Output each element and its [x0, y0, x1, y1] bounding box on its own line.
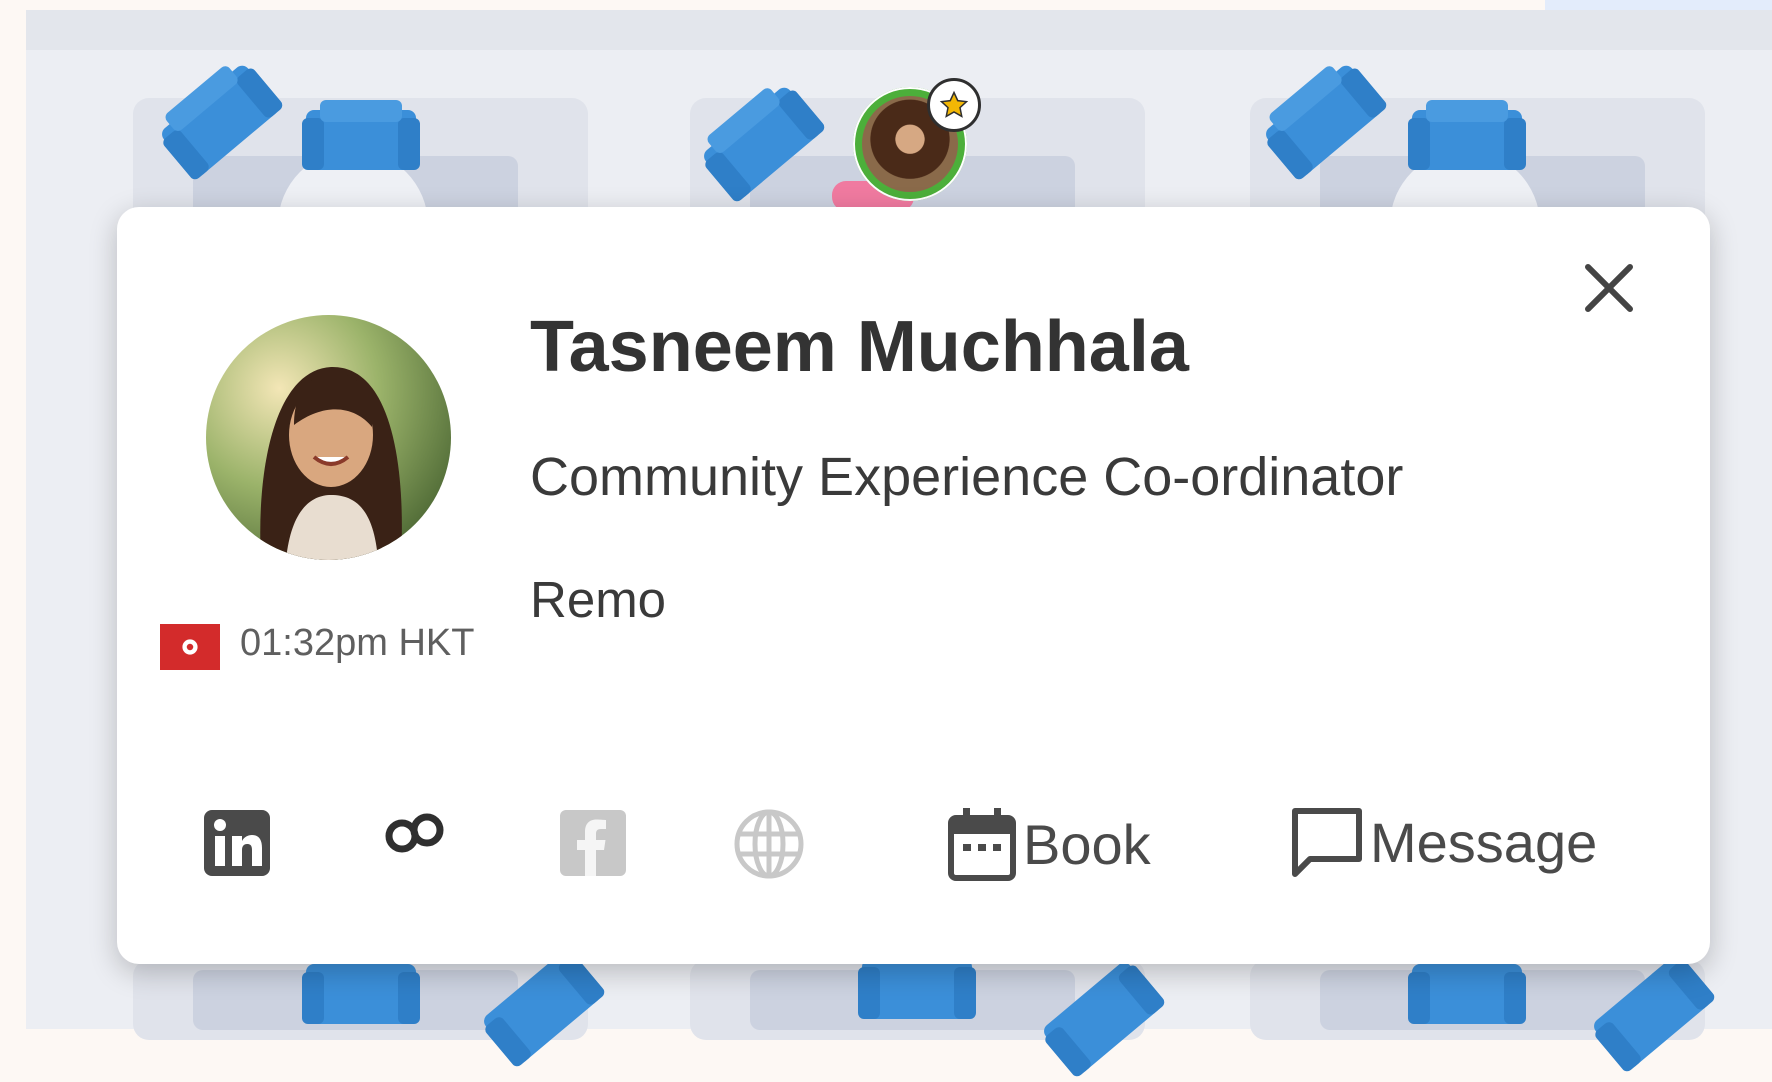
facebook-button[interactable] — [558, 808, 628, 878]
chair-icon[interactable] — [1408, 96, 1526, 174]
chat-bubble-icon — [1292, 808, 1362, 877]
message-button[interactable]: Message — [1290, 806, 1597, 878]
book-label: Book — [1023, 812, 1151, 876]
floor-plan-top-strip — [26, 10, 1772, 50]
remo-profile-button[interactable] — [383, 808, 447, 858]
close-button[interactable] — [1573, 252, 1645, 324]
star-badge-icon — [927, 78, 981, 132]
profile-name: Tasneem Muchhala — [530, 307, 1189, 387]
linkedin-button[interactable] — [202, 808, 272, 878]
profile-avatar — [206, 315, 451, 560]
top-right-highlight — [1545, 0, 1772, 10]
profile-company: Remo — [530, 571, 667, 628]
facebook-icon — [560, 810, 626, 876]
close-icon — [1585, 264, 1633, 312]
website-button[interactable] — [733, 808, 805, 880]
calendar-icon — [948, 808, 1016, 881]
local-time: 01:32pm HKT — [240, 622, 475, 664]
hong-kong-flag-icon — [160, 624, 220, 670]
remo-infinity-icon — [385, 813, 444, 853]
profile-job-title: Community Experience Co-ordinator — [530, 447, 1404, 507]
book-button[interactable]: Book — [947, 806, 1151, 882]
globe-icon — [734, 809, 804, 879]
message-label: Message — [1370, 810, 1598, 874]
chair-icon[interactable] — [302, 96, 420, 174]
linkedin-icon — [204, 810, 270, 876]
